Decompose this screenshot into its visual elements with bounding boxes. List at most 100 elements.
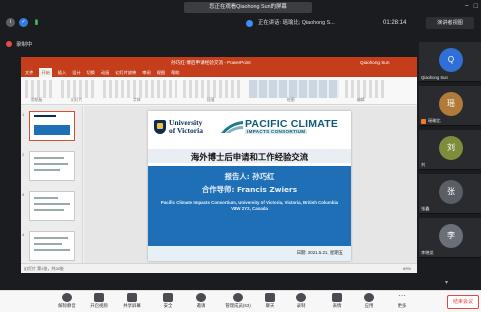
apps-icon: [364, 293, 374, 302]
toolbar-label: 更多: [397, 303, 407, 308]
pcic-subtitle: IMPACTS CONSORTIUM: [245, 129, 308, 134]
slide-date: 日期: 2021.5.21, 星期五: [296, 250, 343, 255]
info-icon[interactable]: i: [6, 18, 15, 27]
ppt-tab[interactable]: 审阅: [142, 68, 150, 77]
apps-button[interactable]: 应用: [352, 293, 386, 312]
ppt-tab[interactable]: 设计: [72, 68, 80, 77]
participant-name: 张鑫: [421, 206, 430, 211]
start-video-button[interactable]: 开启视频: [82, 293, 116, 312]
slide-thumbnail[interactable]: [29, 231, 75, 261]
ppt-user-name: Qiaohong Sun: [360, 60, 390, 65]
speaker-view-button[interactable]: 演讲者视图: [426, 17, 474, 29]
ppt-tab[interactable]: 文件: [25, 68, 33, 77]
thumb-number: 1: [22, 112, 25, 117]
members-icon: [233, 293, 243, 302]
ribbon-group-label: 剪贴板: [31, 98, 43, 102]
slide-affiliation: Pacific Climate Impacts Consortium, Univ…: [160, 200, 339, 211]
chevron-down-icon[interactable]: ▾: [445, 280, 448, 286]
manage-members-button[interactable]: 管理成员(53): [218, 293, 258, 312]
ribbon-group-editing[interactable]: [345, 80, 385, 98]
participant-name: 李晓龙: [421, 250, 434, 255]
invite-button[interactable]: 邀请: [184, 293, 218, 312]
unmute-button[interactable]: 解除静音: [50, 293, 84, 312]
toolbar-label: 开启视频: [90, 303, 108, 308]
chat-button[interactable]: 聊天: [253, 293, 287, 312]
recording-indicator[interactable]: 录制中: [6, 40, 32, 48]
speaking-indicator: 正在讲话: 瑶瑜比; Qiaohong S...: [258, 20, 335, 26]
slide-title: 海外博士后申请和工作经验交流: [190, 152, 309, 162]
ppt-tab-active[interactable]: 开始: [39, 68, 52, 77]
pcic-swoosh-icon: [221, 121, 243, 133]
thumb-number: 4: [22, 232, 25, 237]
ppt-ribbon-tabs: 文件 开始 插入 设计 切换 动画 幻灯片放映 审阅 视图 帮助: [21, 68, 417, 77]
thumb-number: 3: [22, 192, 25, 197]
ppt-tab[interactable]: 切换: [87, 68, 95, 77]
toolbar-label: 管理成员(53): [225, 303, 251, 308]
avatar: 瑶: [439, 92, 463, 116]
more-icon: ···: [398, 291, 406, 300]
maximize-icon[interactable]: □: [474, 2, 478, 12]
uvic-logo: University of Victoria: [154, 119, 203, 134]
slide-thumbnail[interactable]: [29, 151, 75, 181]
ribbon-group-label: 字体: [133, 98, 141, 102]
meeting-window: 您正在观看Qiaohong Sun的屏幕 − □ i ✓ ▮ 正在讲话: 瑶瑜比…: [0, 0, 481, 290]
ppt-document-title: 孙巧红-博后申请经验交流 - PowerPoint: [171, 60, 251, 65]
slide-advisor: 合作导师: Francis Zwiers: [201, 185, 298, 194]
emoji-icon: [332, 293, 342, 302]
ribbon-group-drawing[interactable]: [249, 80, 339, 98]
shield-icon[interactable]: ✓: [19, 18, 28, 27]
minimize-icon[interactable]: −: [465, 2, 469, 12]
meeting-top-bar: i ✓ ▮ 正在讲话: 瑶瑜比; Qiaohong S... 01:28:14 …: [0, 15, 481, 31]
ribbon-group-clipboard[interactable]: [25, 80, 55, 98]
record-icon: [296, 293, 306, 302]
microphone-icon: [62, 293, 72, 302]
recording-label: 录制中: [16, 42, 33, 48]
ribbon-group-label: 段落: [207, 98, 215, 102]
ribbon-group-label: 编辑: [357, 98, 365, 102]
participant-tile[interactable]: 李 李晓龙: [419, 218, 481, 258]
share-screen-button[interactable]: 共享屏幕: [115, 293, 149, 312]
toolbar-label: 聊天: [265, 303, 275, 308]
slide-thumbnail[interactable]: [29, 191, 75, 221]
add-user-icon: [196, 293, 206, 302]
end-meeting-button[interactable]: 结束会议: [447, 295, 479, 309]
ribbon-group-label: 幻灯片: [71, 98, 83, 102]
participant-name: 瑶瑜比: [428, 118, 441, 123]
toolbar-label: 表情: [332, 303, 342, 308]
slide-counter: 幻灯片 第1张，共28张: [24, 266, 64, 271]
current-slide[interactable]: University of Victoria PACIFIC CLIMATE I…: [148, 111, 351, 261]
participant-panel: Q Qiaohong Sun 瑶 瑶瑜比 刘 刘 张 张鑫 李 李晓龙 ▾: [419, 40, 481, 290]
slide-thumbnail-selected[interactable]: [29, 111, 75, 141]
security-button[interactable]: 安全: [151, 293, 185, 312]
meeting-timer: 01:28:14: [383, 20, 407, 26]
ribbon-group-font[interactable]: [103, 80, 177, 98]
screen-share-banner: 您正在观看Qiaohong Sun的屏幕: [184, 2, 312, 13]
zoom-level[interactable]: 69%: [403, 264, 411, 273]
participant-tile[interactable]: Q Qiaohong Sun: [419, 42, 481, 82]
participant-tile[interactable]: 瑶 瑶瑜比: [419, 86, 481, 126]
ppt-tab[interactable]: 视图: [157, 68, 165, 77]
presenter-badge-icon: [421, 119, 426, 124]
pcic-logo: PACIFIC CLIMATE IMPACTS CONSORTIUM: [220, 118, 348, 137]
ribbon-group-label: 绘图: [287, 98, 295, 102]
ppt-tab[interactable]: 动画: [101, 68, 109, 77]
more-button[interactable]: ··· 更多: [385, 291, 419, 312]
ppt-ribbon: 剪贴板 幻灯片 字体 段落 绘图 编辑: [21, 77, 417, 105]
shared-powerpoint-window: 孙巧红-博后申请经验交流 - PowerPoint Qiaohong Sun 文…: [21, 57, 417, 273]
speaker-icon: [246, 20, 253, 27]
participant-tile[interactable]: 刘 刘: [419, 130, 481, 170]
avatar: 刘: [439, 136, 463, 160]
participant-name: 刘: [421, 162, 426, 167]
signal-icon[interactable]: ▮: [32, 18, 41, 27]
reactions-button[interactable]: 表情: [320, 293, 354, 312]
participant-name: Qiaohong Sun: [421, 75, 448, 80]
record-button[interactable]: 录制: [284, 293, 318, 312]
ppt-tab[interactable]: 插入: [58, 68, 66, 77]
ppt-tab[interactable]: 帮助: [171, 68, 179, 77]
ribbon-group-paragraph[interactable]: [183, 80, 243, 98]
avatar: 李: [439, 224, 463, 248]
participant-tile[interactable]: 张 张鑫: [419, 174, 481, 214]
toolbar-label: 录制: [296, 303, 306, 308]
ppt-tab[interactable]: 幻灯片放映: [115, 68, 136, 77]
ribbon-group-slides[interactable]: [61, 80, 97, 98]
